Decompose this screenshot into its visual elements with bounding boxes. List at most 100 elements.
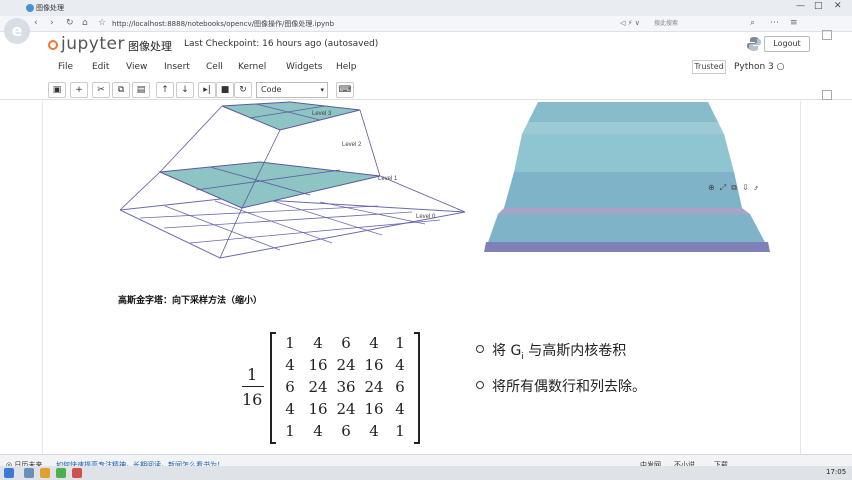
matrix-cell: 6 — [395, 378, 405, 396]
matrix-cell: 24 — [336, 356, 356, 374]
taskbar-app-icon[interactable] — [40, 468, 50, 478]
menu-help[interactable]: Help — [336, 62, 357, 72]
address-bar: ‹ › ↻ ⌂ ☆ http://localhost:8888/notebook… — [0, 16, 852, 32]
matrix-row: 6 24 36 24 6 — [276, 378, 414, 400]
back-icon[interactable]: ‹ — [34, 18, 38, 28]
taskbar-app-icon[interactable] — [56, 468, 66, 478]
chevron-down-icon: ▾ — [320, 86, 324, 94]
matrix-right-bracket — [414, 332, 420, 444]
zoom-icon[interactable]: ⊕ — [708, 183, 715, 192]
cell-type-value: Code — [261, 85, 282, 94]
matrix-cell: 4 — [395, 356, 405, 374]
bullet-1-post: 与高斯内核卷积 — [523, 343, 627, 359]
search-icon[interactable]: ⌕ — [750, 18, 755, 28]
insert-cell-icon[interactable]: + — [70, 82, 88, 98]
move-down-icon[interactable]: ↓ — [176, 82, 194, 98]
fraction-line — [242, 386, 264, 387]
level-1-label: Level 1 — [378, 176, 398, 182]
gaussian-kernel-matrix: 1 4 6 4 1 4 16 24 16 4 6 24 36 24 6 4 16… — [270, 332, 420, 448]
jupyter-orb-icon — [48, 40, 58, 50]
kernel-indicator: Python 3 ○ — [734, 62, 785, 72]
copy-icon[interactable]: ⧉ — [112, 82, 130, 98]
image-float-toolbar: ⊕ ⤢ ⧉ ⇩ ⤴ — [708, 183, 758, 193]
reload-icon[interactable]: ↻ — [66, 18, 74, 28]
matrix-cell: 4 — [369, 422, 379, 440]
home-icon[interactable]: ⌂ — [82, 18, 88, 28]
jupyter-header: jupyter 图像处理 Last Checkpoint: 16 hours a… — [40, 32, 840, 58]
browser-tab[interactable]: 图像处理 — [24, 0, 104, 16]
notebook-title[interactable]: 图像处理 — [128, 38, 172, 54]
python-logo-icon — [747, 37, 761, 51]
close-icon[interactable]: ✕ — [834, 1, 842, 11]
system-clock: 17:05 — [826, 468, 847, 476]
jupyter-logo[interactable]: jupyter — [48, 34, 125, 54]
minimize-icon[interactable]: — — [796, 1, 805, 11]
menu-insert[interactable]: Insert — [164, 62, 190, 72]
bullet-item-2: 将所有偶数行和列去除。 — [476, 376, 736, 396]
matrix-row: 4 16 24 16 4 — [276, 400, 414, 422]
bullet-item-1: 将 Gi 与高斯内核卷积 — [476, 340, 736, 362]
url-field[interactable]: http://localhost:8888/notebooks/opencv/图… — [112, 19, 334, 29]
run-icon[interactable]: ▸| — [198, 82, 216, 98]
jupyter-logo-text: jupyter — [61, 34, 125, 54]
extension-icon[interactable]: ⋯ — [770, 18, 779, 28]
menu-icon[interactable]: ≡ — [790, 18, 798, 28]
matrix-cell: 4 — [285, 400, 295, 418]
paste-icon[interactable]: ▤ — [132, 82, 150, 98]
search-input[interactable]: 搜此搜索 — [650, 18, 740, 30]
matrix-cell: 1 — [395, 334, 405, 352]
maximize-icon[interactable]: □ — [814, 1, 823, 11]
taskbar-app-icon[interactable] — [24, 468, 34, 478]
browser-logo-icon: e — [4, 18, 30, 44]
fraction-numerator: 1 — [247, 365, 258, 384]
share-icon[interactable]: ◁ ⚡ ∨ — [620, 19, 640, 27]
matrix-cell: 16 — [364, 400, 384, 418]
tab-favicon-icon — [26, 4, 34, 12]
sidebar-history-icon[interactable] — [822, 90, 832, 100]
start-icon[interactable] — [4, 468, 14, 478]
level-2-label: Level 2 — [342, 142, 362, 148]
stop-icon[interactable]: ■ — [216, 82, 234, 98]
matrix-cell: 16 — [308, 400, 328, 418]
download-icon[interactable]: ⇩ — [742, 183, 749, 192]
menu-widgets[interactable]: Widgets — [286, 62, 322, 72]
trusted-badge[interactable]: Trusted — [692, 60, 726, 74]
pyramid-render-image — [484, 102, 770, 252]
browser-titlebar: 图像处理 — □ ✕ — [0, 0, 852, 16]
bullet-2-text: 将所有偶数行和列去除。 — [492, 379, 646, 395]
menu-file[interactable]: File — [58, 62, 73, 72]
fraction-denominator: 16 — [242, 390, 263, 409]
browser-sidebar — [822, 30, 836, 430]
menu-bar: File Edit View Insert Cell Kernel Widget… — [40, 60, 820, 76]
star-icon[interactable]: ☆ — [98, 18, 106, 28]
matrix-row: 4 16 24 16 4 — [276, 356, 414, 378]
matrix-cell: 6 — [341, 422, 351, 440]
cut-icon[interactable]: ✂ — [92, 82, 110, 98]
matrix-cell: 4 — [313, 422, 323, 440]
share-image-icon[interactable]: ⤴ — [754, 183, 758, 192]
taskbar-app-icon[interactable] — [72, 468, 82, 478]
expand-icon[interactable]: ⤢ — [720, 183, 726, 192]
notebook-right-border — [800, 101, 801, 454]
menu-edit[interactable]: Edit — [92, 62, 109, 72]
matrix-row: 1 4 6 4 1 — [276, 422, 414, 444]
menu-view[interactable]: View — [126, 62, 147, 72]
section-caption: 高斯金字塔：向下采样方法（缩小） — [118, 296, 263, 306]
menu-kernel[interactable]: Kernel — [238, 62, 266, 72]
restart-icon[interactable]: ↻ — [234, 82, 252, 98]
move-up-icon[interactable]: ↑ — [156, 82, 174, 98]
matrix-cell: 36 — [336, 378, 356, 396]
matrix-cell: 4 — [313, 334, 323, 352]
level-3-label: Level 3 — [312, 111, 332, 117]
logout-button[interactable]: Logout — [764, 36, 810, 52]
forward-icon[interactable]: › — [50, 18, 54, 28]
matrix-cell: 16 — [364, 356, 384, 374]
keyboard-icon[interactable]: ⌨ — [336, 82, 354, 98]
cell-type-select[interactable]: Code ▾ — [256, 82, 328, 98]
os-taskbar: 17:05 — [0, 466, 852, 480]
copy-image-icon[interactable]: ⧉ — [731, 183, 737, 192]
menu-cell[interactable]: Cell — [206, 62, 223, 72]
sidebar-collection-icon[interactable] — [822, 30, 832, 40]
save-icon[interactable]: ▣ — [48, 82, 66, 98]
kernel-name: Python 3 — [734, 62, 774, 72]
